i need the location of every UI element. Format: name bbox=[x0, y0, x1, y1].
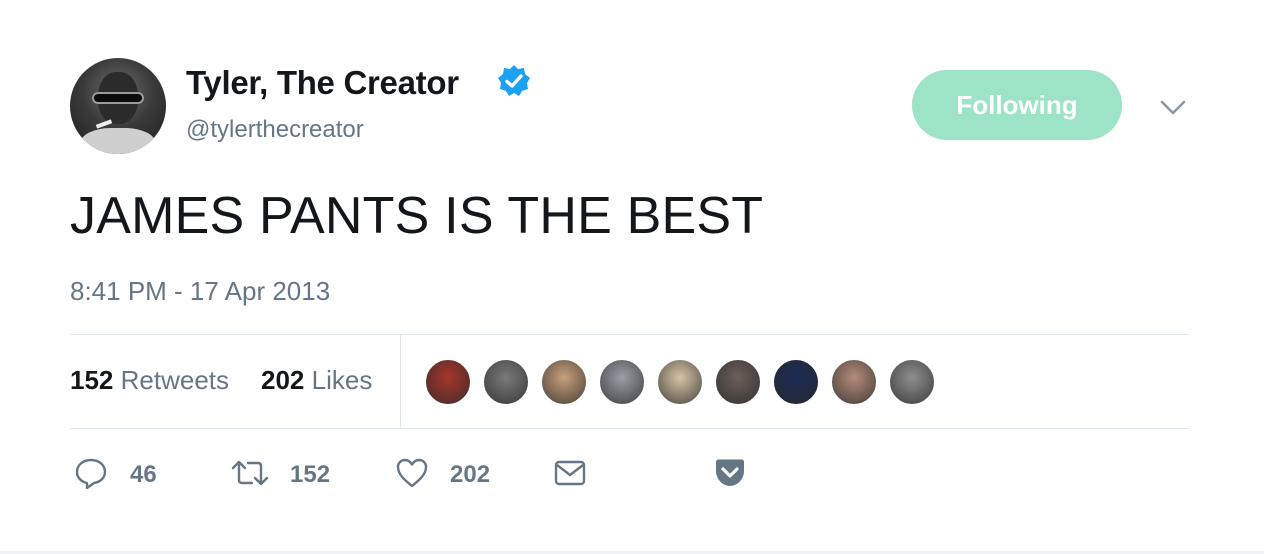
reply-icon bbox=[75, 458, 107, 490]
liker-avatar[interactable] bbox=[830, 358, 878, 406]
liker-avatar[interactable] bbox=[714, 358, 762, 406]
tweet-card: Tyler, The Creator @tylerthecreator Foll… bbox=[0, 0, 1264, 554]
retweet-count: 152 bbox=[290, 461, 331, 488]
liker-avatar[interactable] bbox=[540, 358, 588, 406]
stats-divider bbox=[400, 334, 401, 428]
pocket-button[interactable] bbox=[713, 456, 749, 492]
like-count: 202 bbox=[450, 461, 491, 488]
display-name[interactable]: Tyler, The Creator bbox=[186, 64, 459, 102]
retweets-count: 152 bbox=[70, 365, 114, 395]
heart-icon bbox=[396, 458, 428, 488]
liker-avatar[interactable] bbox=[656, 358, 704, 406]
avatar-shirt bbox=[80, 128, 156, 154]
avatar[interactable] bbox=[70, 58, 166, 154]
pocket-icon bbox=[716, 459, 744, 486]
likes-label: Likes bbox=[311, 365, 373, 395]
tweet-timestamp[interactable]: 8:41 PM - 17 Apr 2013 bbox=[70, 276, 330, 307]
likes-count: 202 bbox=[261, 365, 305, 395]
user-handle[interactable]: @tylerthecreator bbox=[186, 116, 364, 144]
retweets-label: Retweets bbox=[120, 365, 230, 395]
retweets-stat[interactable]: 152 Retweets bbox=[70, 365, 229, 396]
divider bbox=[70, 334, 1190, 335]
envelope-icon bbox=[554, 460, 586, 486]
verified-badge-icon bbox=[498, 65, 530, 96]
liker-avatar[interactable] bbox=[424, 358, 472, 406]
liker-avatar[interactable] bbox=[772, 358, 820, 406]
like-button[interactable]: 202 bbox=[395, 456, 505, 492]
direct-message-button[interactable] bbox=[553, 456, 589, 492]
chevron-down-icon[interactable] bbox=[1158, 92, 1188, 122]
retweet-icon bbox=[231, 460, 269, 486]
following-button[interactable]: Following bbox=[912, 70, 1122, 140]
divider bbox=[70, 428, 1190, 429]
liker-avatar[interactable] bbox=[482, 358, 530, 406]
retweet-button[interactable]: 152 bbox=[230, 456, 340, 492]
reply-count: 46 bbox=[130, 461, 157, 488]
liker-avatar[interactable] bbox=[888, 358, 936, 406]
tweet-text: JAMES PANTS IS THE BEST bbox=[70, 187, 764, 245]
reply-button[interactable]: 46 bbox=[74, 456, 164, 492]
likes-stat[interactable]: 202 Likes bbox=[261, 365, 372, 396]
liker-avatar[interactable] bbox=[598, 358, 646, 406]
avatar-sunglasses bbox=[92, 92, 144, 104]
